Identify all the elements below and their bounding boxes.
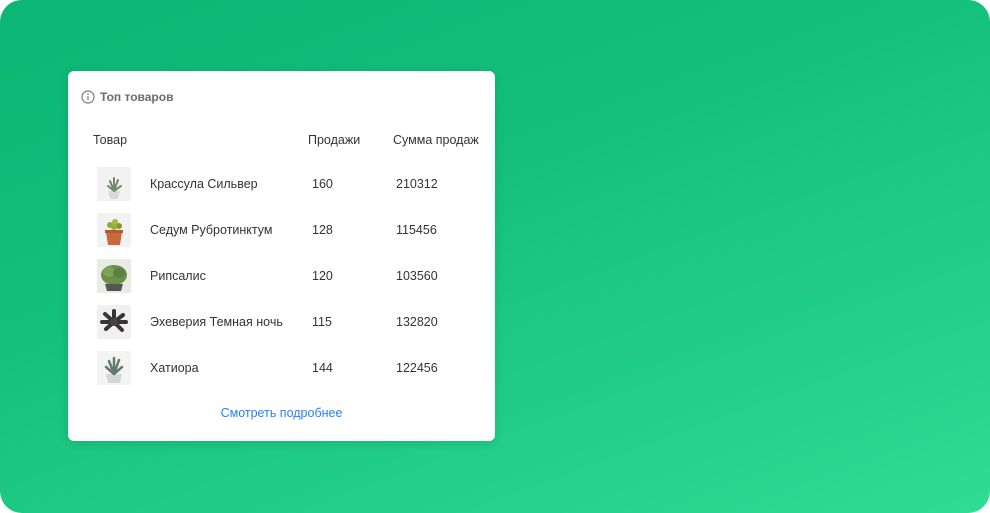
product-sales: 115 xyxy=(312,315,332,329)
card-title: Топ товаров xyxy=(100,90,174,104)
column-header-sum: Сумма продаж xyxy=(393,133,479,147)
green-background: Топ товаров Товар Продажи Сумма продаж К… xyxy=(0,0,990,513)
column-header-sales: Продажи xyxy=(308,133,361,147)
product-sum: 115456 xyxy=(396,223,437,237)
table-row[interactable]: Рипсалис 120 103560 xyxy=(68,259,495,305)
product-sum: 132820 xyxy=(396,315,438,329)
product-name: Рипсалис xyxy=(150,269,206,283)
view-more-link[interactable]: Смотреть подробнее xyxy=(68,406,495,420)
product-sum: 103560 xyxy=(396,269,438,283)
table-row[interactable]: Крассула Сильвер 160 210312 xyxy=(68,167,495,213)
product-thumbnail xyxy=(97,213,131,247)
product-thumbnail xyxy=(97,305,131,339)
product-name: Крассула Сильвер xyxy=(150,177,258,191)
product-thumbnail xyxy=(97,351,131,385)
table-row[interactable]: Седум Рубротинктум 128 115456 xyxy=(68,213,495,259)
product-name: Эхеверия Темная ночь xyxy=(150,315,283,329)
card-header: Топ товаров xyxy=(81,90,173,104)
product-name: Седум Рубротинктум xyxy=(150,223,273,237)
product-thumbnail xyxy=(97,167,131,201)
info-icon[interactable] xyxy=(81,90,95,104)
product-sales: 120 xyxy=(312,269,333,283)
product-sales: 144 xyxy=(312,361,333,375)
table-row[interactable]: Хатиора 144 122456 xyxy=(68,351,495,397)
product-sales: 128 xyxy=(312,223,333,237)
top-products-card: Топ товаров Товар Продажи Сумма продаж К… xyxy=(68,71,495,441)
product-thumbnail xyxy=(97,259,131,293)
product-sales: 160 xyxy=(312,177,333,191)
product-sum: 122456 xyxy=(396,361,438,375)
product-sum: 210312 xyxy=(396,177,438,191)
table-row[interactable]: Эхеверия Темная ночь 115 132820 xyxy=(68,305,495,351)
product-name: Хатиора xyxy=(150,361,199,375)
column-header-product: Товар xyxy=(93,133,128,147)
